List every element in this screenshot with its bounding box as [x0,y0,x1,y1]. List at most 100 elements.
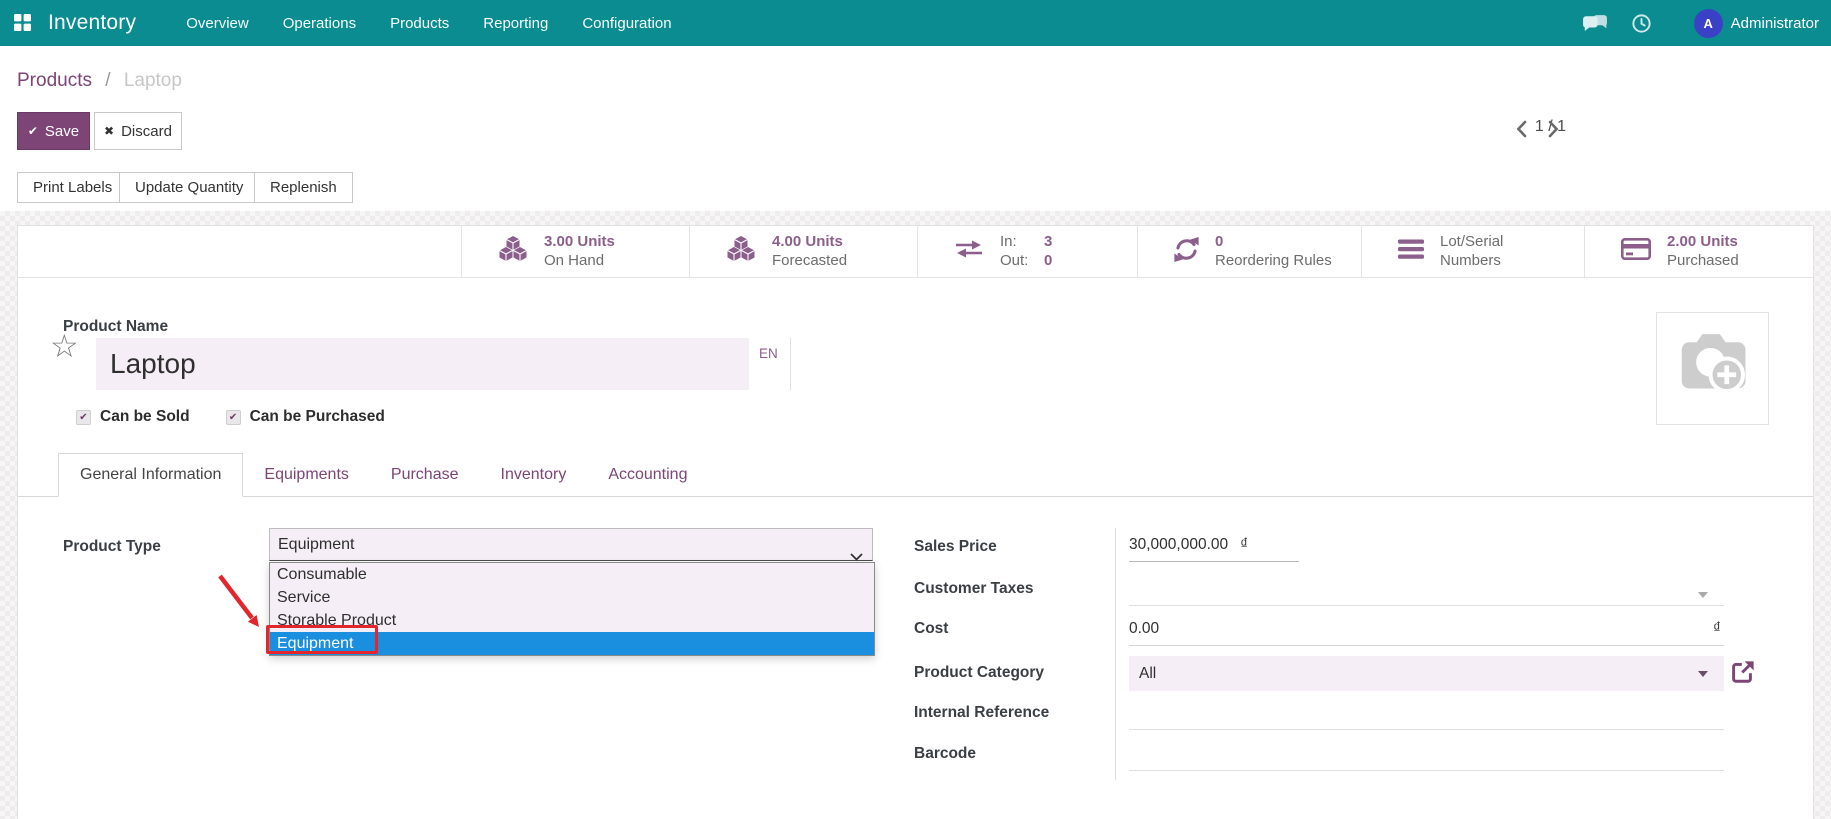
tab-equipments[interactable]: Equipments [243,453,370,496]
activities-clock-icon[interactable] [1631,13,1652,34]
internal-reference-input[interactable] [1129,704,1724,730]
stat-label: Forecasted [772,251,848,269]
menu-item-operations[interactable]: Operations [283,15,356,32]
replenish-button[interactable]: Replenish [254,172,353,203]
cost-input[interactable]: 0.00 ₫ [1129,620,1724,646]
customer-taxes-label: Customer Taxes [914,580,1034,597]
product-category-select[interactable]: All [1129,656,1724,691]
stat-value: 4.00 Units [772,232,843,250]
stat-label: Reordering Rules [1215,251,1332,269]
internal-reference-label: Internal Reference [914,704,1050,721]
form-sheet: 3.00 Units On Hand 4.00 Units Forecasted… [17,225,1814,819]
chevron-right-icon [1548,120,1559,138]
customer-taxes-input[interactable] [1129,580,1724,606]
transfer-arrows-icon [954,239,984,264]
list-bars-icon [1398,238,1424,265]
stat-row-spacer [18,226,461,277]
checkbox-check-icon: ✔ [76,409,91,425]
messages-icon[interactable] [1582,13,1608,34]
tab-inventory[interactable]: Inventory [480,453,588,496]
caret-down-icon [1698,671,1708,677]
menu-item-products[interactable]: Products [390,15,449,32]
save-button[interactable]: ✔ Save [17,112,90,150]
stat-button-forecasted[interactable]: 4.00 Units Forecasted [689,226,917,277]
page: Inventory Overview Operations Products R… [0,0,1831,819]
check-icon: ✔ [27,124,38,138]
caret-down-icon [1698,592,1708,598]
stat-button-lot-serial-numbers[interactable]: Lot/Serial Numbers [1361,226,1584,277]
stat-label: Lot/Serial Numbers [1440,232,1504,269]
user-name[interactable]: Administrator [1731,15,1819,32]
stat-value: 3.00 Units [544,232,615,250]
app-name[interactable]: Inventory [48,11,136,35]
tab-purchase[interactable]: Purchase [370,453,480,496]
language-badge[interactable]: EN [759,346,778,361]
stat-value: 2.00 Units [1667,232,1738,250]
stat-button-in-out[interactable]: In: 3 Out: 0 [917,226,1137,277]
product-type-dropdown: Consumable Service Storable Product Equi… [269,562,875,656]
product-type-label: Product Type [63,538,161,555]
pager-next-button[interactable] [1544,116,1563,142]
top-navbar: Inventory Overview Operations Products R… [0,0,1831,46]
currency-symbol: ₫ [1240,536,1249,553]
apps-grid-icon[interactable] [13,13,33,33]
refresh-icon [1174,236,1199,267]
product-category-label: Product Category [914,664,1045,681]
sales-price-label: Sales Price [914,538,997,555]
breadcrumb-current: Laptop [123,70,182,91]
stat-out-line: Out: 0 [1000,251,1053,269]
update-quantity-button[interactable]: Update Quantity [119,172,260,203]
stat-button-purchased[interactable]: 2.00 Units Purchased [1584,226,1813,277]
breadcrumb-separator: / [105,70,111,91]
annotation-arrow [214,572,266,635]
credit-card-icon [1620,237,1651,265]
checkbox-can-be-sold[interactable]: ✔ Can be Sold [76,408,190,426]
favorite-star-icon[interactable]: ☆ [50,330,79,362]
menu-item-configuration[interactable]: Configuration [582,15,671,32]
stat-in-line: In: 3 [1000,232,1053,250]
option-service[interactable]: Service [270,586,874,609]
stat-button-on-hand[interactable]: 3.00 Units On Hand [461,226,689,277]
x-icon: ✖ [104,124,115,138]
chevron-left-icon [1516,120,1527,138]
cost-label: Cost [914,620,949,637]
stat-button-row: 3.00 Units On Hand 4.00 Units Forecasted… [18,226,1813,278]
main-menu: Overview Operations Products Reporting C… [186,15,671,32]
column-separator [1115,528,1116,780]
checkbox-can-be-purchased[interactable]: ✔ Can be Purchased [225,408,385,426]
option-storable-product[interactable]: Storable Product [270,609,874,632]
breadcrumb-products-link[interactable]: Products [17,70,92,91]
barcode-input[interactable] [1129,745,1724,771]
stat-label: On Hand [544,251,605,269]
tab-accounting[interactable]: Accounting [587,453,708,496]
stat-value: 0 [1215,232,1224,250]
navbar-systray: A Administrator [1582,0,1827,46]
pager-previous-button[interactable] [1512,116,1531,142]
cubes-icon [498,235,528,268]
sales-price-input[interactable]: 30,000,000.00 ₫ [1129,536,1299,562]
currency-symbol: ₫ [1713,620,1721,637]
option-equipment[interactable]: Equipment [270,632,874,655]
product-image-placeholder[interactable] [1656,312,1769,425]
breadcrumb: Products / Laptop [17,70,182,92]
checkbox-check-icon: ✔ [225,409,241,425]
discard-button[interactable]: ✖ Discard [94,112,182,150]
cubes-icon [726,235,756,268]
product-name-input[interactable]: Laptop [96,338,749,390]
checkbox-row: ✔ Can be Sold ✔ Can be Purchased [76,408,385,426]
option-consumable[interactable]: Consumable [270,563,874,586]
tab-general-information[interactable]: General Information [58,453,244,497]
camera-plus-icon [1673,331,1753,406]
print-labels-button[interactable]: Print Labels [17,172,129,203]
menu-item-overview[interactable]: Overview [186,15,249,32]
menu-item-reporting[interactable]: Reporting [483,15,548,32]
barcode-label: Barcode [914,745,977,762]
control-panel: Products / Laptop ✔ Save ✖ Discard 1 / 1… [0,46,1831,211]
external-link-icon[interactable] [1730,660,1755,690]
product-type-select[interactable]: Equipment [269,528,873,561]
notebook-tabs: General Information Equipments Purchase … [18,453,1813,497]
input-divider [790,338,791,390]
user-avatar[interactable]: A [1693,8,1723,38]
stat-button-reordering-rules[interactable]: 0 Reordering Rules [1137,226,1361,277]
content-area: 3.00 Units On Hand 4.00 Units Forecasted… [0,211,1831,819]
